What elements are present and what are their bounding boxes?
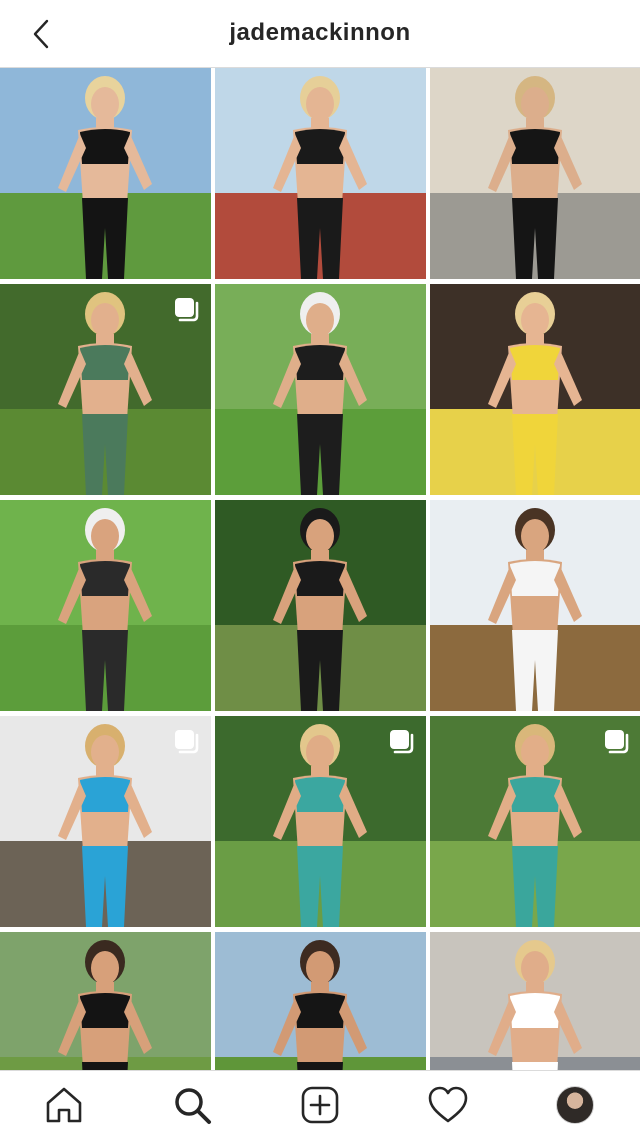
tab-activity[interactable]: [426, 1083, 470, 1127]
post-photo: [430, 932, 640, 1070]
post-thumbnail[interactable]: [215, 284, 426, 495]
post-thumbnail[interactable]: [215, 716, 426, 927]
activity-heart-icon: [428, 1086, 468, 1123]
post-thumbnail[interactable]: [215, 500, 426, 711]
post-photo: [430, 68, 640, 279]
post-thumbnail[interactable]: [430, 284, 640, 495]
post-photo: [430, 284, 640, 495]
post-thumbnail[interactable]: [0, 500, 211, 711]
multiple-photos-icon: [175, 730, 199, 754]
post-thumbnail[interactable]: [430, 500, 640, 711]
post-photo: [430, 500, 640, 711]
post-thumbnail[interactable]: [215, 932, 426, 1070]
tab-new-post[interactable]: [298, 1083, 342, 1127]
post-thumbnail[interactable]: [0, 284, 211, 495]
post-photo: [0, 68, 211, 279]
post-thumbnail[interactable]: [430, 932, 640, 1070]
post-photo: [215, 932, 426, 1070]
post-photo: [215, 500, 426, 711]
profile-avatar[interactable]: [556, 1086, 594, 1124]
post-photo: [215, 284, 426, 495]
multiple-photos-icon: [390, 730, 414, 754]
tab-home[interactable]: [42, 1083, 86, 1127]
new-post-icon: [301, 1086, 339, 1124]
search-icon: [175, 1088, 211, 1124]
post-thumbnail[interactable]: [430, 716, 640, 927]
post-thumbnail[interactable]: [0, 68, 211, 279]
post-thumbnail[interactable]: [430, 68, 640, 279]
post-thumbnail[interactable]: [0, 932, 211, 1070]
multiple-photos-icon: [175, 298, 199, 322]
tab-search[interactable]: [170, 1083, 214, 1127]
post-photo: [0, 932, 211, 1070]
bottom-tab-bar: [0, 1070, 640, 1138]
profile-username-title: jademackinnon: [229, 19, 411, 46]
post-thumbnail[interactable]: [0, 716, 211, 927]
post-photo: [0, 500, 211, 711]
posts-grid: [0, 68, 640, 1070]
home-icon: [46, 1087, 82, 1123]
top-header: jademackinnon: [0, 0, 640, 68]
multiple-photos-icon: [605, 730, 629, 754]
post-thumbnail[interactable]: [215, 68, 426, 279]
post-photo: [215, 68, 426, 279]
